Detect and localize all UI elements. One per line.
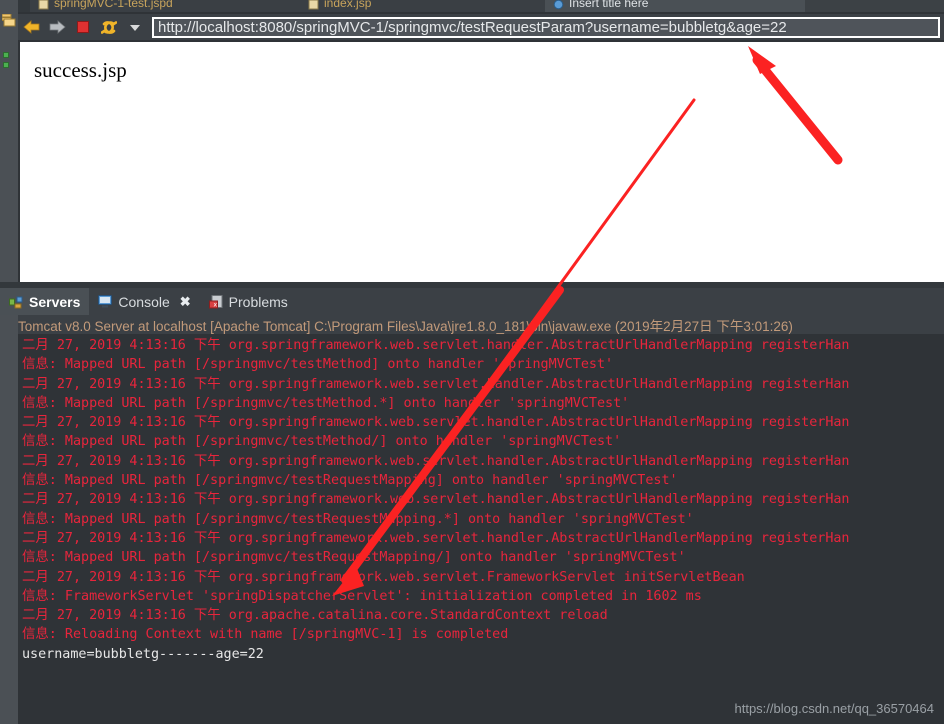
forward-arrow-icon[interactable] bbox=[44, 14, 70, 40]
file-icon bbox=[308, 0, 319, 10]
close-icon[interactable]: ✖ bbox=[180, 294, 191, 310]
console-status-text: Tomcat v8.0 Server at localhost [Apache … bbox=[18, 318, 793, 334]
console-line: 二月 27, 2019 4:13:16 下午 org.springframewo… bbox=[22, 530, 850, 546]
browser-content-area: success.jsp bbox=[20, 42, 944, 282]
editor-tab-label: springMVC-1-test.jspd bbox=[54, 0, 173, 10]
tab-console[interactable]: Console ✖ bbox=[89, 288, 199, 315]
console-left-gutter bbox=[0, 315, 18, 724]
console-line: 二月 27, 2019 4:13:16 下午 org.springframewo… bbox=[22, 453, 850, 469]
browser-toolbar: http://localhost:8080/springMVC-1/spring… bbox=[18, 14, 944, 40]
stop-square-icon[interactable] bbox=[70, 14, 96, 40]
file-icon bbox=[38, 0, 49, 10]
marker-dot-icon bbox=[3, 52, 9, 58]
refresh-icon[interactable] bbox=[96, 14, 122, 40]
url-text: http://localhost:8080/springMVC-1/spring… bbox=[158, 18, 787, 36]
console-line: 二月 27, 2019 4:13:16 下午 org.springframewo… bbox=[22, 376, 850, 392]
console-line: 二月 27, 2019 4:13:16 下午 org.springframewo… bbox=[22, 338, 850, 353]
console-line: 信息: Mapped URL path [/springmvc/testRequ… bbox=[22, 511, 694, 527]
console-line: 信息: Mapped URL path [/springmvc/testMeth… bbox=[22, 434, 622, 450]
console-output[interactable]: 二月 27, 2019 4:13:16 下午 org.springframewo… bbox=[18, 334, 944, 724]
left-rail bbox=[0, 0, 18, 282]
console-line: 二月 27, 2019 4:13:16 下午 org.apache.catali… bbox=[22, 608, 608, 624]
tab-label: Console bbox=[118, 293, 170, 310]
editor-tab-strip: springMVC-1-test.jspd index.jsp Insert t… bbox=[0, 0, 944, 12]
console-line: 信息: Mapped URL path [/springmvc/testRequ… bbox=[22, 550, 686, 566]
console-line: username=bubbletg-------age=22 bbox=[22, 646, 264, 662]
console-line: 信息: Reloading Context with name [/spring… bbox=[22, 627, 509, 643]
package-icon bbox=[1, 13, 16, 27]
console-icon bbox=[98, 294, 113, 309]
editor-tab-insert-title-here[interactable]: Insert title here bbox=[545, 0, 805, 12]
svg-text:x: x bbox=[213, 301, 217, 308]
editor-tab-label: Insert title here bbox=[569, 0, 649, 10]
back-arrow-icon[interactable] bbox=[18, 14, 44, 40]
servers-icon bbox=[9, 295, 23, 309]
tab-label: Problems bbox=[228, 293, 288, 310]
editor-tab-index-jsp[interactable]: index.jsp bbox=[300, 0, 545, 12]
console-line: 二月 27, 2019 4:13:16 下午 org.springframewo… bbox=[22, 415, 850, 431]
console-line: 信息: FrameworkServlet 'springDispatcherSe… bbox=[22, 588, 702, 604]
globe-icon bbox=[553, 0, 564, 10]
tab-servers[interactable]: Servers bbox=[0, 288, 90, 315]
console-line: 二月 27, 2019 4:13:16 下午 org.springframewo… bbox=[22, 569, 745, 585]
marker-dot-icon bbox=[3, 62, 9, 68]
url-bar[interactable]: http://localhost:8080/springMVC-1/spring… bbox=[152, 16, 940, 38]
chevron-down-icon[interactable] bbox=[122, 14, 148, 40]
console-line: 信息: Mapped URL path [/springmvc/testRequ… bbox=[22, 473, 678, 489]
problems-icon: x bbox=[208, 294, 223, 309]
console-line: 信息: Mapped URL path [/springmvc/testMeth… bbox=[22, 395, 630, 411]
console-status-line: Tomcat v8.0 Server at localhost [Apache … bbox=[18, 315, 944, 334]
tab-problems[interactable]: x Problems bbox=[200, 288, 297, 315]
console-line: 信息: Mapped URL path [/springmvc/testMeth… bbox=[22, 357, 614, 373]
watermark-text: https://blog.csdn.net/qq_36570464 bbox=[734, 701, 935, 716]
editor-tab-label: index.jsp bbox=[324, 0, 372, 10]
console-line: 二月 27, 2019 4:13:16 下午 org.springframewo… bbox=[22, 492, 850, 508]
editor-tab-springmvc[interactable]: springMVC-1-test.jspd bbox=[30, 0, 300, 12]
tab-label: Servers bbox=[29, 293, 81, 310]
view-tab-bar: Servers Console ✖ x Problems bbox=[0, 288, 944, 315]
page-body-text: success.jsp bbox=[34, 58, 127, 82]
tab-strip-filler bbox=[805, 0, 944, 12]
bottom-view-panel: Servers Console ✖ x Problems Tomcat v8.0… bbox=[0, 288, 944, 724]
